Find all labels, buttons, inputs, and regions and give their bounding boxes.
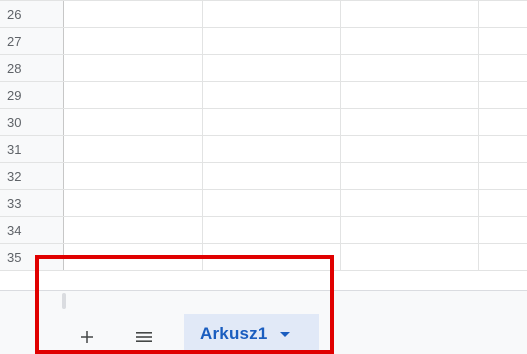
cell[interactable] — [341, 136, 479, 162]
row-header[interactable]: 28 — [0, 55, 64, 81]
row-header[interactable]: 34 — [0, 217, 64, 243]
grid-row: 30 — [0, 109, 527, 136]
cell[interactable] — [64, 136, 203, 162]
cell[interactable] — [479, 244, 527, 270]
cell[interactable] — [64, 82, 203, 108]
spreadsheet-grid: 26 27 28 29 30 31 32 33 34 35 — [0, 0, 527, 290]
cell[interactable] — [341, 217, 479, 243]
grid-row: 29 — [0, 82, 527, 109]
cell[interactable] — [479, 55, 527, 81]
cell[interactable] — [479, 82, 527, 108]
cell[interactable] — [203, 55, 341, 81]
cell[interactable] — [64, 109, 203, 135]
grid-row: 33 — [0, 190, 527, 217]
cell[interactable] — [479, 217, 527, 243]
all-sheets-button[interactable] — [131, 324, 157, 350]
grid-row: 32 — [0, 163, 527, 190]
row-header[interactable]: 26 — [0, 1, 64, 27]
spreadsheet-window: 26 27 28 29 30 31 32 33 34 35 Arkusz1 — [0, 0, 527, 354]
cell[interactable] — [479, 190, 527, 216]
cell[interactable] — [341, 109, 479, 135]
scrollbar-handle[interactable] — [62, 293, 66, 309]
cell[interactable] — [64, 55, 203, 81]
cell[interactable] — [64, 28, 203, 54]
cell[interactable] — [203, 28, 341, 54]
sheet-tab-label: Arkusz1 — [200, 324, 268, 343]
sheet-tab-arkusz1[interactable]: Arkusz1 — [184, 314, 319, 354]
cell[interactable] — [341, 82, 479, 108]
sheet-tab-bar: Arkusz1 — [0, 312, 527, 354]
cell[interactable] — [341, 163, 479, 189]
caret-down-icon[interactable] — [279, 331, 290, 337]
cell[interactable] — [341, 244, 479, 270]
row-header[interactable]: 29 — [0, 82, 64, 108]
cell[interactable] — [203, 1, 341, 27]
horizontal-scrollbar[interactable] — [0, 290, 527, 312]
grid-row: 34 — [0, 217, 527, 244]
grid-row: 26 — [0, 1, 527, 28]
cell[interactable] — [341, 190, 479, 216]
cell[interactable] — [341, 1, 479, 27]
cell[interactable] — [64, 244, 203, 270]
cell[interactable] — [479, 163, 527, 189]
grid-row: 27 — [0, 28, 527, 55]
cell[interactable] — [203, 217, 341, 243]
cell[interactable] — [479, 109, 527, 135]
cell[interactable] — [479, 1, 527, 27]
grid-row: 28 — [0, 55, 527, 82]
row-header[interactable]: 32 — [0, 163, 64, 189]
grid-row: 35 — [0, 244, 527, 271]
cell[interactable] — [479, 136, 527, 162]
plus-icon — [81, 331, 93, 343]
cell[interactable] — [341, 28, 479, 54]
add-sheet-button[interactable] — [74, 324, 100, 350]
cell[interactable] — [203, 82, 341, 108]
menu-icon — [136, 332, 152, 342]
cell[interactable] — [203, 163, 341, 189]
row-header[interactable]: 35 — [0, 244, 64, 270]
cell[interactable] — [479, 28, 527, 54]
row-header[interactable]: 30 — [0, 109, 64, 135]
grid-row: 31 — [0, 136, 527, 163]
cell[interactable] — [64, 217, 203, 243]
row-header[interactable]: 27 — [0, 28, 64, 54]
cell[interactable] — [203, 244, 341, 270]
cell[interactable] — [64, 1, 203, 27]
cell[interactable] — [203, 109, 341, 135]
cell[interactable] — [203, 136, 341, 162]
cell[interactable] — [203, 190, 341, 216]
cell[interactable] — [64, 163, 203, 189]
row-header[interactable]: 31 — [0, 136, 64, 162]
row-header[interactable]: 33 — [0, 190, 64, 216]
cell[interactable] — [341, 55, 479, 81]
cell[interactable] — [64, 190, 203, 216]
